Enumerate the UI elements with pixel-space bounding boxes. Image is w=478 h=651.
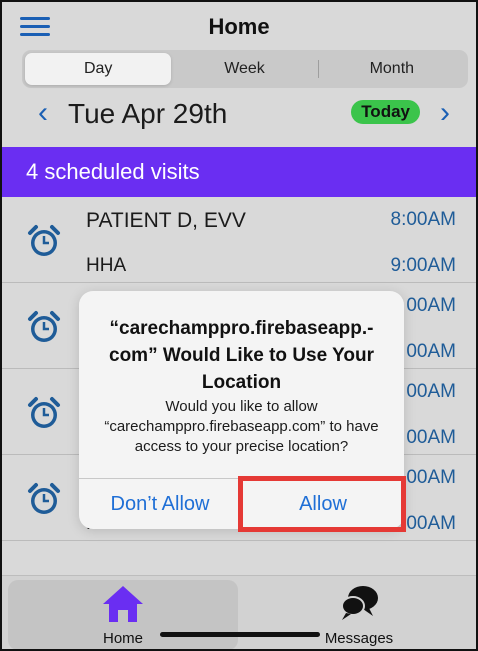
location-permission-overlay: “carechamppro.firebaseapp.-com” Would Li… <box>2 2 476 649</box>
dialog-title: “carechamppro.firebaseapp.-com” Would Li… <box>109 318 374 393</box>
dont-allow-button[interactable]: Don’t Allow <box>79 479 241 529</box>
location-permission-dialog: “carechamppro.firebaseapp.-com” Would Li… <box>79 291 404 529</box>
dialog-message: Would you like to allow “carechamppro.fi… <box>104 398 379 455</box>
app-frame: Home Day Week Month ‹ Tue Apr 29th Today… <box>0 0 478 651</box>
allow-button[interactable]: Allow <box>242 479 404 529</box>
